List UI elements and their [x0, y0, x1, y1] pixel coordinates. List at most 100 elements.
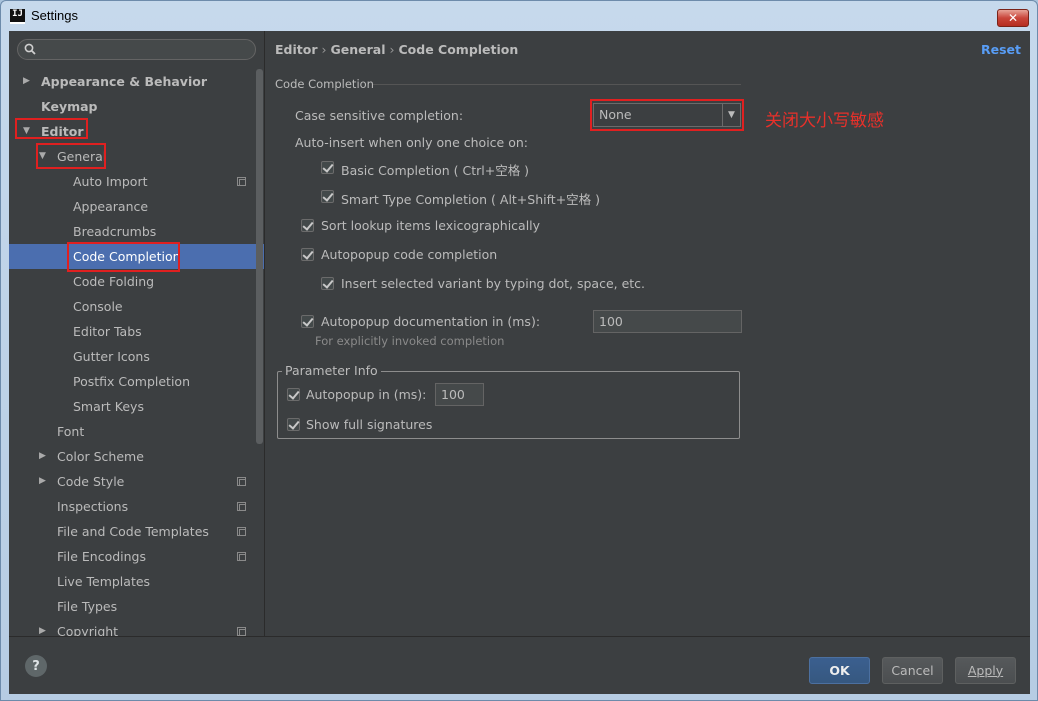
- settings-window: IJ Settings ✕ ▶ Appearance & Behavior Keym…: [0, 0, 1038, 701]
- annotation-text: 关闭大小写敏感: [765, 111, 884, 131]
- sidebar-item-label: Console: [73, 299, 123, 314]
- cancel-button[interactable]: Cancel: [882, 657, 943, 684]
- parameter-info-title: Parameter Info: [282, 363, 381, 378]
- param-autopopup-input[interactable]: [435, 383, 484, 406]
- insert-selected-checkbox[interactable]: [321, 277, 334, 290]
- sidebar-item-label: File Types: [57, 599, 118, 614]
- section-divider: [373, 84, 741, 85]
- expanded-arrow-icon[interactable]: ▼: [23, 119, 30, 144]
- sidebar-item-code-completion[interactable]: Code Completion: [9, 244, 264, 269]
- title-bar[interactable]: IJ Settings ✕: [1, 1, 1037, 31]
- sidebar-item-label: Gutter Icons: [73, 349, 150, 364]
- sidebar-item-label: Live Templates: [57, 574, 151, 589]
- project-scope-icon: [237, 177, 246, 186]
- project-scope-icon: [237, 552, 246, 561]
- sidebar-item-console[interactable]: Console: [9, 294, 264, 319]
- project-scope-icon: [237, 502, 246, 511]
- project-scope-icon: [237, 477, 246, 486]
- ok-button[interactable]: OK: [809, 657, 870, 684]
- sidebar-item-file-and-code-templates[interactable]: File and Code Templates: [9, 519, 264, 544]
- sidebar-item-label: Auto Import: [73, 174, 148, 189]
- sidebar-item-color-scheme[interactable]: ▶ Color Scheme: [9, 444, 264, 469]
- show-full-signatures-checkbox[interactable]: [287, 418, 300, 431]
- sidebar-item-label: Code Style: [57, 474, 125, 489]
- sidebar-item-label: Keymap: [41, 99, 98, 114]
- sidebar-item-label: Appearance & Behavior: [41, 74, 207, 89]
- sidebar-item-smart-keys[interactable]: Smart Keys: [9, 394, 264, 419]
- case-sensitive-label: Case sensitive completion:: [295, 108, 464, 123]
- sidebar-item-label: Editor: [41, 124, 84, 139]
- sidebar-item-appearance[interactable]: Appearance: [9, 194, 264, 219]
- help-icon[interactable]: ?: [25, 655, 47, 677]
- sidebar-item-copyright[interactable]: ▶ Copyright: [9, 619, 264, 636]
- close-button[interactable]: ✕: [997, 9, 1029, 27]
- breadcrumb: Editor › General › Code Completion: [275, 42, 518, 57]
- sidebar-item-code-style[interactable]: ▶ Code Style: [9, 469, 264, 494]
- sidebar-item-editor-tabs[interactable]: Editor Tabs: [9, 319, 264, 344]
- sidebar-item-gutter-icons[interactable]: Gutter Icons: [9, 344, 264, 369]
- sidebar-item-editor[interactable]: ▼ Editor: [9, 119, 264, 144]
- sidebar-scrollbar[interactable]: [256, 69, 263, 444]
- case-sensitive-dropdown[interactable]: None ▼: [593, 103, 741, 127]
- breadcrumb-separator: ›: [389, 42, 395, 57]
- sort-lookup-checkbox[interactable]: [301, 219, 314, 232]
- chevron-down-icon[interactable]: ▼: [722, 104, 740, 126]
- search-input[interactable]: [40, 41, 250, 58]
- breadcrumb-code-completion: Code Completion: [398, 42, 519, 57]
- expanded-arrow-icon[interactable]: ▼: [39, 144, 46, 169]
- sidebar-item-label: Code Completion: [73, 249, 181, 264]
- basic-completion-checkbox[interactable]: [321, 161, 334, 174]
- collapsed-arrow-icon[interactable]: ▶: [39, 444, 46, 469]
- settings-client-area: ▶ Appearance & Behavior Keymap ▼ Editor ▼ Gene…: [9, 31, 1030, 694]
- collapsed-arrow-icon[interactable]: ▶: [39, 619, 46, 636]
- sidebar-item-postfix-completion[interactable]: Postfix Completion: [9, 369, 264, 394]
- reset-link[interactable]: Reset: [981, 42, 1021, 57]
- sidebar-item-file-types[interactable]: File Types: [9, 594, 264, 619]
- autopopup-doc-input[interactable]: [593, 310, 742, 333]
- code-completion-panel: Editor › General › Code Completion Reset Cod…: [265, 31, 1030, 636]
- smart-type-completion-label: Smart Type Completion ( Alt+Shift+空格 ): [341, 192, 601, 207]
- search-icon: [24, 43, 36, 55]
- sidebar-item-label: Copyright: [57, 624, 119, 636]
- sidebar-item-label: File Encodings: [57, 549, 147, 564]
- sidebar-item-label: General: [57, 149, 107, 164]
- sidebar-item-label: Font: [57, 424, 85, 439]
- sidebar-item-font[interactable]: Font: [9, 419, 264, 444]
- apply-button[interactable]: Apply: [955, 657, 1016, 684]
- sidebar-item-breadcrumbs[interactable]: Breadcrumbs: [9, 219, 264, 244]
- autopopup-doc-label: Autopopup documentation in (ms):: [321, 314, 541, 329]
- case-sensitive-value: None: [599, 107, 632, 122]
- auto-insert-label: Auto-insert when only one choice on:: [295, 135, 528, 150]
- sidebar-item-live-templates[interactable]: Live Templates: [9, 569, 264, 594]
- sidebar-item-label: Postfix Completion: [73, 374, 190, 389]
- collapsed-arrow-icon[interactable]: ▶: [39, 469, 46, 494]
- insert-selected-label: Insert selected variant by typing dot, s…: [341, 276, 646, 291]
- sidebar-item-auto-import[interactable]: Auto Import: [9, 169, 264, 194]
- sidebar-item-label: Breadcrumbs: [73, 224, 157, 239]
- sidebar-item-general[interactable]: ▼ General: [9, 144, 264, 169]
- doc-hint: For explicitly invoked completion: [315, 334, 505, 348]
- project-scope-icon: [237, 627, 246, 636]
- show-full-signatures-label: Show full signatures: [306, 417, 433, 432]
- breadcrumb-editor: Editor: [275, 42, 318, 57]
- autopopup-doc-checkbox[interactable]: [301, 315, 314, 328]
- sidebar-item-inspections[interactable]: Inspections: [9, 494, 264, 519]
- sidebar-item-label: Inspections: [57, 499, 129, 514]
- breadcrumb-separator: ›: [321, 42, 327, 57]
- search-box[interactable]: [17, 39, 256, 60]
- sidebar-item-label: File and Code Templates: [57, 524, 209, 539]
- sidebar-item-appearance-behavior[interactable]: ▶ Appearance & Behavior: [9, 69, 264, 94]
- sidebar-item-label: Color Scheme: [57, 449, 144, 464]
- autopopup-code-checkbox[interactable]: [301, 248, 314, 261]
- sidebar-item-file-encodings[interactable]: File Encodings: [9, 544, 264, 569]
- autopopup-code-label: Autopopup code completion: [321, 247, 498, 262]
- dialog-footer: ? OK Cancel Apply: [9, 636, 1030, 694]
- sidebar-item-code-folding[interactable]: Code Folding: [9, 269, 264, 294]
- param-autopopup-checkbox[interactable]: [287, 388, 300, 401]
- smart-type-completion-checkbox[interactable]: [321, 190, 334, 203]
- sort-lookup-label: Sort lookup items lexicographically: [321, 218, 541, 233]
- sidebar-item-keymap[interactable]: Keymap: [9, 94, 264, 119]
- collapsed-arrow-icon[interactable]: ▶: [23, 69, 30, 94]
- param-autopopup-label: Autopopup in (ms):: [306, 387, 427, 402]
- breadcrumb-general: General: [330, 42, 386, 57]
